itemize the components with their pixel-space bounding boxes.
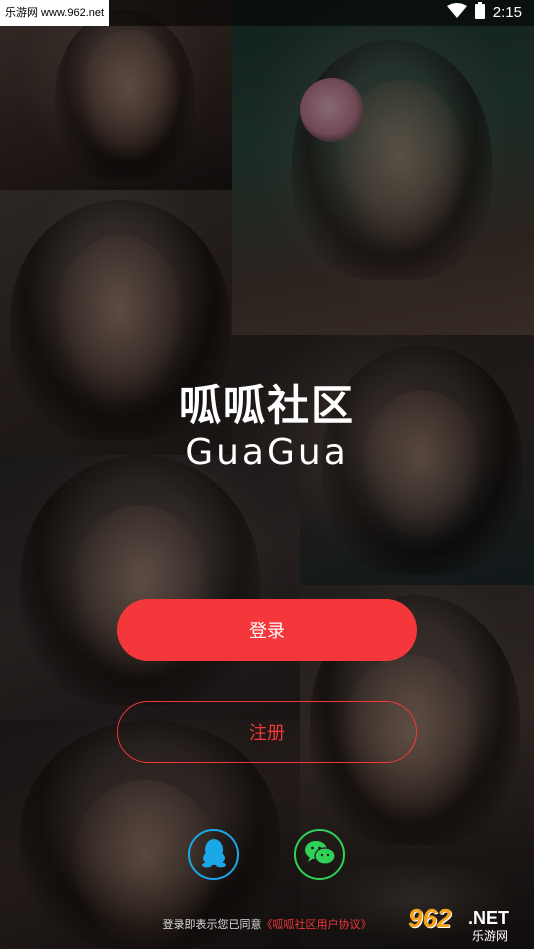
status-bar: 乐游网 www.962.net 2:15 (0, 0, 534, 26)
qq-login-button[interactable] (188, 829, 239, 880)
user-agreement-link[interactable]: 《呱呱社区用户协议》 (262, 918, 372, 931)
qq-icon (201, 838, 227, 872)
agreement-prefix: 登录即表示您已同意 (162, 918, 262, 931)
dark-overlay (0, 0, 534, 949)
site-watermark: 乐游网 www.962.net (0, 0, 110, 26)
watermark-number: 962 (408, 903, 452, 933)
register-button-label: 注册 (249, 723, 285, 744)
wifi-icon (446, 2, 467, 23)
watermark-domain: .NET (468, 908, 510, 928)
wechat-login-button[interactable] (294, 829, 345, 880)
background-photo-collage (0, 0, 534, 949)
login-button[interactable]: 登录 (117, 599, 417, 661)
watermark-site-name: 乐游网 (472, 929, 509, 943)
login-button-label: 登录 (249, 621, 285, 642)
wechat-icon (304, 839, 336, 871)
app-logo-subtitle: GuaGua (185, 432, 349, 473)
register-button[interactable]: 注册 (117, 701, 417, 763)
status-time: 2:15 (492, 4, 522, 21)
battery-icon (474, 2, 485, 23)
app-logo-title: 呱呱社区 (178, 381, 355, 430)
corner-watermark: 962 .NET 乐游网 (402, 903, 530, 943)
